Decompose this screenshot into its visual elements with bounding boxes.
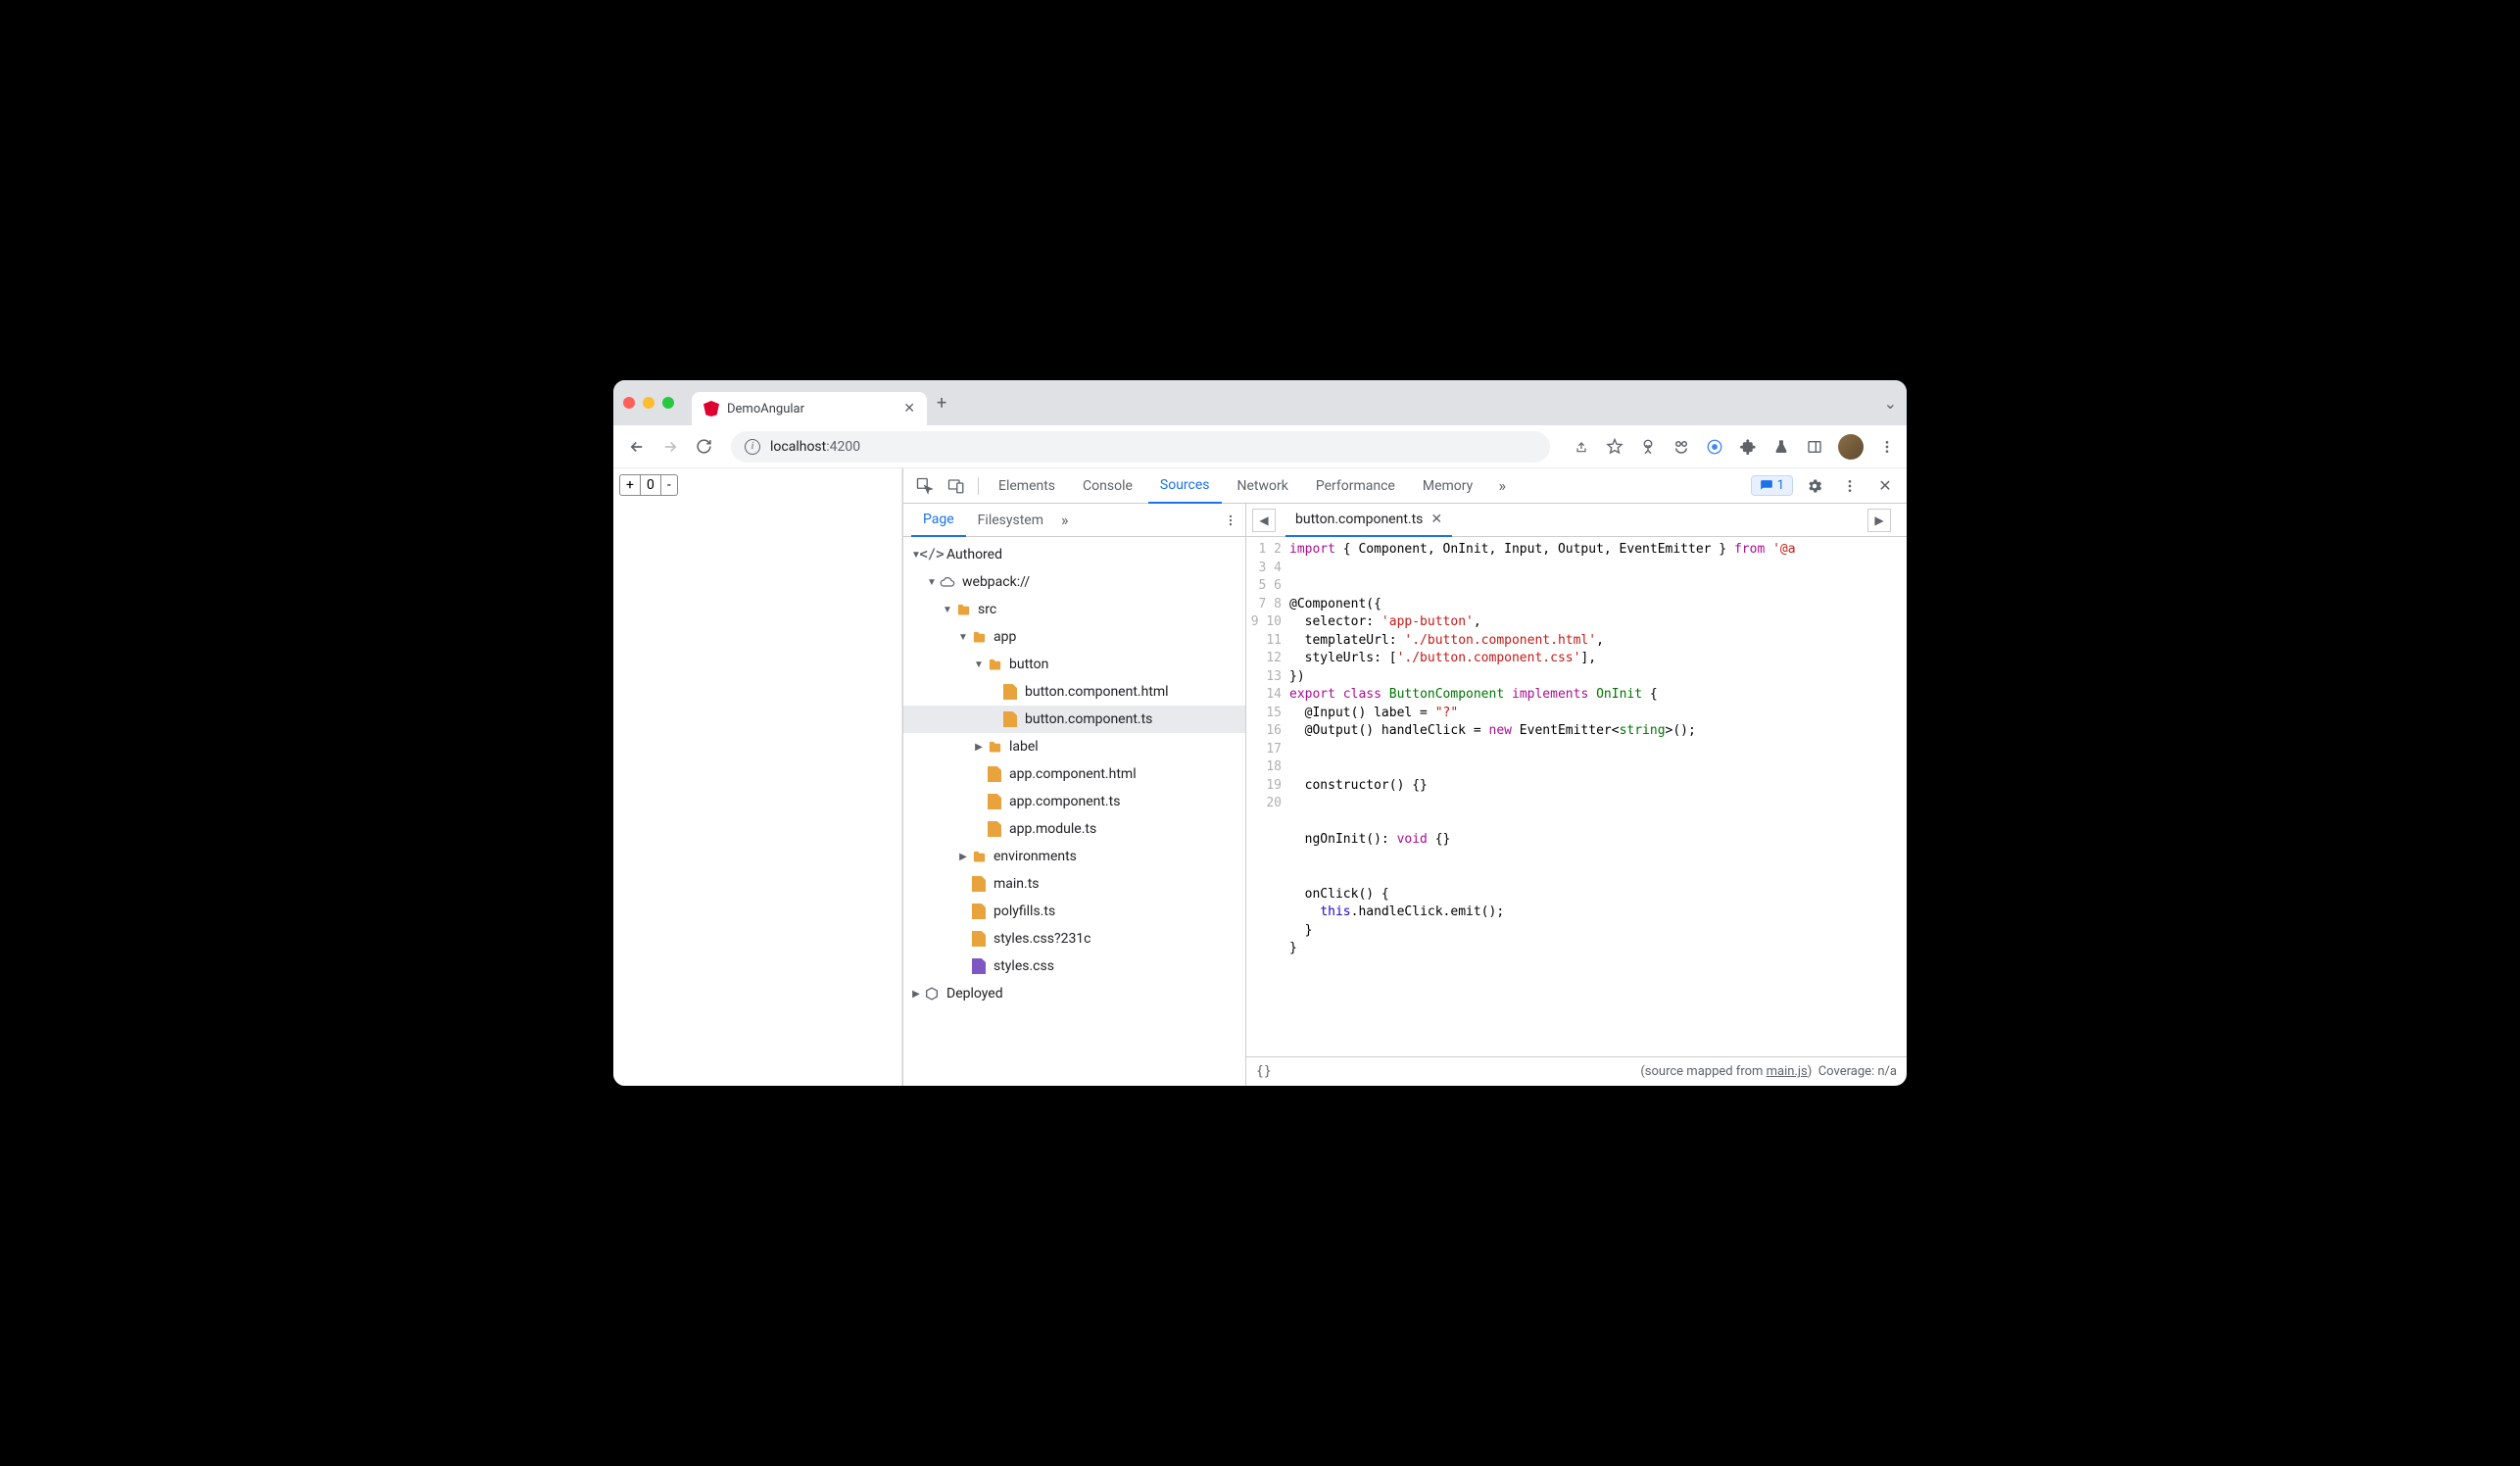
nav-tab-page[interactable]: Page <box>911 504 966 537</box>
nav-tab-filesystem[interactable]: Filesystem <box>966 504 1055 537</box>
source-map-link[interactable]: main.js <box>1767 1064 1808 1079</box>
tree-authored[interactable]: ▼</>Authored <box>903 541 1245 568</box>
tree-deployed[interactable]: ▶Deployed <box>903 980 1245 1007</box>
pretty-print-icon[interactable]: {} <box>1256 1064 1272 1079</box>
decrement-button[interactable]: - <box>660 475 677 495</box>
toggle-debugger-icon[interactable]: ▶ <box>1867 509 1891 532</box>
counter-value: 0 <box>641 475 660 495</box>
extension-icon-2[interactable] <box>1672 437 1691 457</box>
browser-menu-icon[interactable] <box>1877 437 1897 457</box>
tab-close-icon[interactable]: ✕ <box>903 401 915 416</box>
file-tree: ▼</>Authored ▼webpack:// ▼src ▼app ▼butt… <box>903 537 1245 1086</box>
browser-tab-bar: DemoAngular ✕ + ⌄ <box>613 380 1907 425</box>
site-info-icon[interactable]: i <box>745 439 760 455</box>
tabs-menu-icon[interactable]: ⌄ <box>1884 394 1897 413</box>
code-content: import { Component, OnInit, Input, Outpu… <box>1289 537 1907 1056</box>
toolbar-icons <box>1572 434 1897 460</box>
counter-widget: + 0 - <box>619 474 678 496</box>
coverage-text: Coverage: n/a <box>1818 1064 1897 1079</box>
tree-button-html[interactable]: button.component.html <box>903 678 1245 706</box>
bookmark-star-icon[interactable] <box>1605 437 1624 457</box>
address-bar: i localhost:4200 <box>613 425 1907 468</box>
browser-window: DemoAngular ✕ + ⌄ i localhost:4200 <box>613 380 1907 1086</box>
tab-performance[interactable]: Performance <box>1304 468 1407 504</box>
tab-console[interactable]: Console <box>1071 468 1144 504</box>
editor-tabs: ◀ button.component.ts ✕ ▶ <box>1246 504 1907 537</box>
sources-nav-tabs: Page Filesystem » <box>903 504 1245 537</box>
window-minimize-button[interactable] <box>643 397 654 409</box>
new-tab-button[interactable]: + <box>937 393 946 414</box>
url-text: localhost:4200 <box>770 439 860 455</box>
tree-button-folder[interactable]: ▼button <box>903 651 1245 678</box>
sources-navigator: Page Filesystem » ▼</>Authored ▼webpack:… <box>903 504 1246 1086</box>
reload-button[interactable] <box>690 433 717 461</box>
footer-info: (source mapped from main.js) Coverage: n… <box>1640 1064 1897 1079</box>
url-bar[interactable]: i localhost:4200 <box>731 431 1550 463</box>
divider <box>978 477 979 495</box>
window-close-button[interactable] <box>623 397 635 409</box>
issues-icon <box>1760 479 1773 493</box>
extension-icon-1[interactable] <box>1638 437 1658 457</box>
tree-label-folder[interactable]: ▶label <box>903 733 1245 760</box>
tab-title: DemoAngular <box>727 402 896 416</box>
editor-footer: {} (source mapped from main.js) Coverage… <box>1246 1056 1907 1086</box>
extension-icon-3[interactable] <box>1705 437 1724 457</box>
line-gutter: 1 2 3 4 5 6 7 8 9 10 11 12 13 14 15 16 1… <box>1246 537 1289 1056</box>
editor-pane: ◀ button.component.ts ✕ ▶ 1 2 3 4 5 6 7 … <box>1246 504 1907 1086</box>
profile-avatar[interactable] <box>1838 434 1864 460</box>
nav-menu-icon[interactable] <box>1224 513 1237 527</box>
share-icon[interactable] <box>1572 437 1591 457</box>
settings-gear-icon[interactable] <box>1801 472 1828 500</box>
devtools-menu-icon[interactable] <box>1836 472 1864 500</box>
tree-styles-q[interactable]: styles.css?231c <box>903 925 1245 953</box>
tree-environments[interactable]: ▶environments <box>903 843 1245 870</box>
forward-button[interactable] <box>656 433 684 461</box>
tree-main-ts[interactable]: main.ts <box>903 870 1245 898</box>
issues-badge[interactable]: 1 <box>1751 475 1793 496</box>
tree-styles-css[interactable]: styles.css <box>903 953 1245 980</box>
tab-memory[interactable]: Memory <box>1411 468 1484 504</box>
devtools-close-icon[interactable]: ✕ <box>1871 472 1899 500</box>
devtools-body: Page Filesystem » ▼</>Authored ▼webpack:… <box>903 504 1907 1086</box>
tree-app-module[interactable]: app.module.ts <box>903 815 1245 843</box>
tree-button-ts[interactable]: button.component.ts <box>903 706 1245 733</box>
content-area: + 0 - Elements Console Sources Network P… <box>613 468 1907 1086</box>
tree-app-ts[interactable]: app.component.ts <box>903 788 1245 815</box>
tree-webpack[interactable]: ▼webpack:// <box>903 568 1245 596</box>
devtools-tabs: Elements Console Sources Network Perform… <box>903 468 1907 504</box>
device-toolbar-icon[interactable] <box>943 472 970 500</box>
more-tabs-icon[interactable]: » <box>1488 472 1516 500</box>
window-maximize-button[interactable] <box>662 397 674 409</box>
browser-tab[interactable]: DemoAngular ✕ <box>692 392 927 425</box>
nav-more-icon[interactable]: » <box>1061 511 1069 529</box>
editor-tab-close-icon[interactable]: ✕ <box>1430 512 1442 527</box>
inspect-element-icon[interactable] <box>911 472 939 500</box>
toggle-navigator-icon[interactable]: ◀ <box>1252 509 1276 532</box>
panel-icon[interactable] <box>1805 437 1824 457</box>
tab-network[interactable]: Network <box>1226 468 1300 504</box>
tab-sources[interactable]: Sources <box>1148 468 1222 504</box>
tree-polyfills[interactable]: polyfills.ts <box>903 898 1245 925</box>
editor-tab-label: button.component.ts <box>1295 512 1423 527</box>
issues-count: 1 <box>1777 478 1784 493</box>
extensions-puzzle-icon[interactable] <box>1738 437 1758 457</box>
tree-app[interactable]: ▼app <box>903 623 1245 651</box>
labs-flask-icon[interactable] <box>1771 437 1791 457</box>
traffic-lights <box>623 397 674 409</box>
back-button[interactable] <box>623 433 651 461</box>
angular-favicon <box>703 401 719 416</box>
editor-tab[interactable]: button.component.ts ✕ <box>1285 504 1452 537</box>
tree-src[interactable]: ▼src <box>903 596 1245 623</box>
tab-elements[interactable]: Elements <box>987 468 1067 504</box>
code-editor[interactable]: 1 2 3 4 5 6 7 8 9 10 11 12 13 14 15 16 1… <box>1246 537 1907 1056</box>
devtools-panel: Elements Console Sources Network Perform… <box>902 468 1907 1086</box>
increment-button[interactable]: + <box>620 475 641 495</box>
tree-app-html[interactable]: app.component.html <box>903 760 1245 788</box>
page-viewport: + 0 - <box>613 468 902 1086</box>
